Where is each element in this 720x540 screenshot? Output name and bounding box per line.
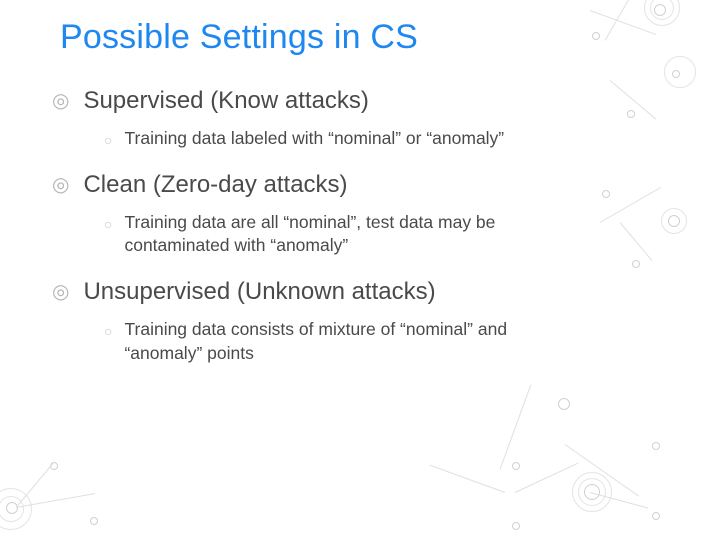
sub-bullet-icon: ○ [104, 214, 112, 234]
bullet-icon: ◎ [52, 91, 69, 111]
bullet-icon: ◎ [52, 282, 69, 302]
section-subtext: Training data consists of mixture of “no… [124, 318, 564, 365]
section-supervised: ◎ Supervised (Know attacks) ○ Training d… [60, 87, 672, 151]
section-unsupervised: ◎ Unsupervised (Unknown attacks) ○ Train… [60, 278, 672, 365]
section-heading: Clean (Zero-day attacks) [83, 171, 347, 199]
sub-bullet-icon: ○ [104, 321, 112, 341]
bullet-icon: ◎ [52, 175, 69, 195]
slide-content: Possible Settings in CS ◎ Supervised (Kn… [0, 0, 720, 365]
section-subtext: Training data are all “nominal”, test da… [124, 211, 564, 258]
section-clean: ◎ Clean (Zero-day attacks) ○ Training da… [60, 171, 672, 258]
sub-bullet-icon: ○ [104, 130, 112, 150]
section-subtext: Training data labeled with “nominal” or … [124, 127, 504, 151]
section-heading: Supervised (Know attacks) [83, 87, 368, 115]
slide-title: Possible Settings in CS [60, 18, 672, 57]
section-heading: Unsupervised (Unknown attacks) [83, 278, 435, 306]
